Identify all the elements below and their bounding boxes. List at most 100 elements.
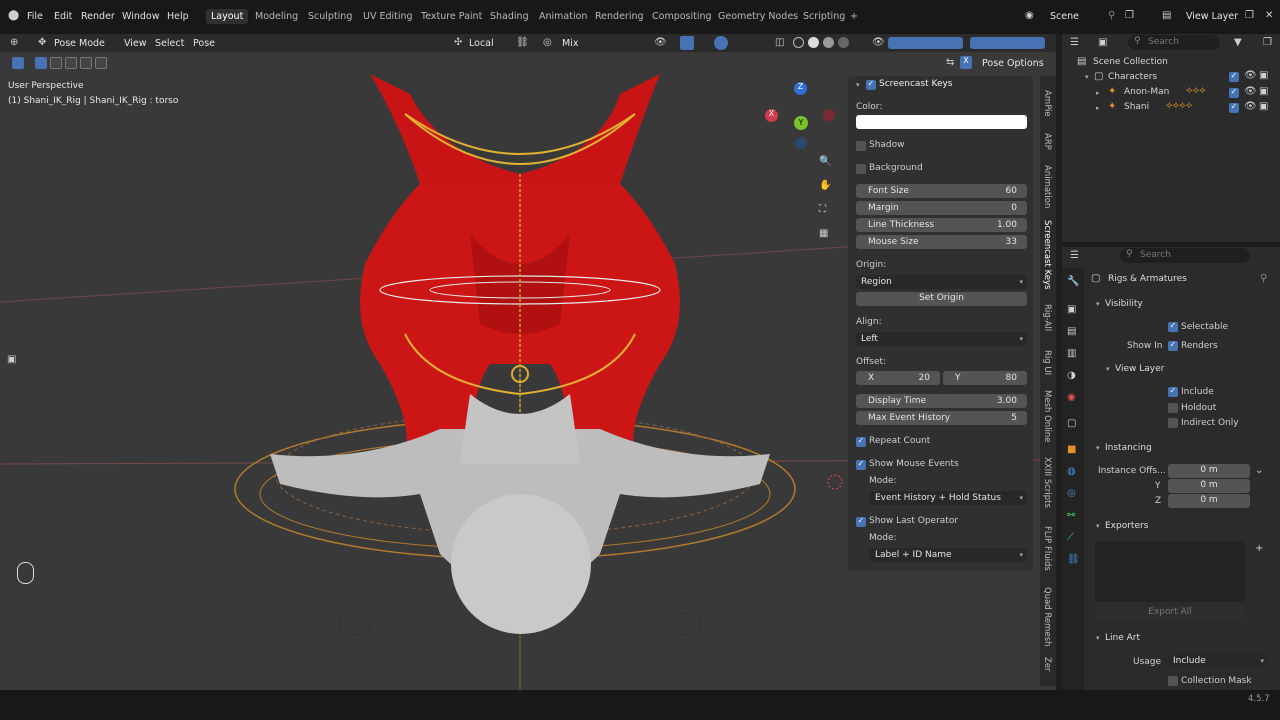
select-box-icon[interactable] (12, 57, 24, 69)
menu-window[interactable]: Window (122, 11, 159, 22)
rendered-shading-icon[interactable] (838, 37, 849, 48)
tab-quad-remesh[interactable]: Quad Remesh (1042, 587, 1052, 646)
offset-x-field[interactable]: X 20 (856, 371, 940, 385)
export-all-button[interactable]: Export All (1095, 606, 1245, 620)
renders-checkbox[interactable] (1168, 340, 1178, 351)
orientation-dropdown[interactable]: Local (469, 38, 494, 49)
tab-rendering[interactable]: Rendering (595, 11, 644, 22)
align-dropdown[interactable]: Left ▾ (856, 332, 1027, 346)
add-exporter-icon[interactable]: + (1255, 543, 1263, 554)
color-swatch[interactable] (856, 115, 1027, 129)
outliner-root[interactable]: Scene Collection (1093, 57, 1168, 67)
view-layer-header[interactable]: View Layer (1115, 364, 1164, 374)
origin-dropdown[interactable]: Region ▾ (856, 275, 1027, 289)
shadow-checkbox[interactable] (856, 141, 866, 151)
modifier-tab-icon[interactable]: ◍ (1067, 466, 1076, 477)
tab-flip-fluids[interactable]: FLIP Fluids (1042, 526, 1052, 571)
menu-pose[interactable]: Pose (193, 38, 215, 49)
instance-offset-y-field[interactable]: 0 m (1168, 479, 1250, 493)
gizmo-toggle-icon[interactable] (680, 36, 694, 50)
tab-animation[interactable]: Animation (539, 11, 587, 22)
select-new-icon[interactable] (35, 57, 47, 69)
toolbar-collapse-icon[interactable]: ▣ (7, 354, 16, 365)
data-tab-icon[interactable]: ⚯ (1067, 510, 1075, 521)
layer-toggles-left[interactable] (888, 37, 963, 49)
tab-compositing[interactable]: Compositing (652, 11, 712, 22)
new-view-layer-icon[interactable]: ❐ (1245, 10, 1254, 21)
tab-scripting[interactable]: Scripting (803, 11, 845, 22)
tab-animation-side[interactable]: Animation (1042, 165, 1052, 208)
mouse-mode-dropdown[interactable]: Event History + Hold Status ▾ (869, 491, 1027, 505)
wireframe-shading-icon[interactable] (793, 37, 804, 48)
gizmo-x-axis[interactable]: X (765, 109, 778, 122)
filter-icon[interactable]: ▼ (1234, 37, 1242, 48)
outliner-item-shani[interactable]: Shani (1124, 102, 1149, 112)
world-tab-icon[interactable]: ◉ (1067, 392, 1076, 403)
camera-visibility-icon[interactable]: 👁 (872, 37, 885, 48)
render-tab-icon[interactable]: ▣ (1067, 304, 1076, 315)
tab-geometry-nodes[interactable]: Geometry Nodes (718, 11, 798, 22)
line-art-collapse-icon[interactable]: ▾ (1096, 634, 1100, 642)
expand-icon[interactable]: ▸ (1096, 89, 1100, 97)
bone-tab-icon[interactable]: ⟋ (1067, 532, 1074, 543)
display-time-field[interactable]: Display Time 3.00 (856, 394, 1027, 408)
indirect-only-checkbox[interactable] (1168, 418, 1178, 428)
visibility-icon[interactable]: 👁 (654, 37, 667, 48)
visibility-header[interactable]: Visibility (1105, 299, 1143, 309)
tab-rig-all[interactable]: Rig-All (1042, 304, 1052, 331)
view-layer-tab-icon[interactable]: ▥ (1067, 348, 1076, 359)
line-thickness-field[interactable]: Line Thickness 1.00 (856, 218, 1027, 232)
solid-shading-icon[interactable] (808, 37, 819, 48)
view-layer-name[interactable]: View Layer (1186, 11, 1238, 22)
tab-zer[interactable]: Zer (1042, 657, 1052, 672)
exporters-collapse-icon[interactable]: ▾ (1096, 522, 1100, 530)
usage-dropdown[interactable]: Include ▾ (1168, 654, 1268, 668)
eye-icon[interactable]: 👁 (1244, 70, 1257, 81)
mode-dropdown[interactable]: Pose Mode (54, 38, 105, 49)
shani-select-checkbox[interactable] (1229, 102, 1239, 113)
properties-editor-icon[interactable]: ☰ (1070, 250, 1079, 261)
editor-type-icon[interactable]: ⊕ (10, 37, 18, 48)
menu-edit[interactable]: Edit (54, 11, 72, 22)
eye-icon[interactable]: 👁 (1244, 86, 1257, 97)
tab-rig-ui[interactable]: Rig UI (1042, 350, 1052, 375)
tab-sculpting[interactable]: Sculpting (308, 11, 352, 22)
gizmo-neg-z[interactable] (795, 137, 807, 149)
include-checkbox[interactable] (1168, 386, 1178, 397)
outliner-editor-icon[interactable]: ☰ (1070, 37, 1079, 48)
xray-icon[interactable]: ◫ (775, 37, 784, 48)
properties-search-input[interactable]: ⚲ Search (1120, 248, 1250, 263)
repeat-count-checkbox[interactable] (856, 436, 866, 447)
menu-view[interactable]: View (124, 38, 147, 49)
scene-name[interactable]: Scene (1050, 11, 1079, 22)
select-intersect-icon[interactable] (95, 57, 107, 69)
holdout-checkbox[interactable] (1168, 403, 1178, 413)
show-last-operator-checkbox[interactable] (856, 516, 866, 527)
zoom-icon[interactable]: 🔍 (819, 156, 831, 167)
chevron-down-icon[interactable]: ⌄ (1255, 465, 1263, 476)
physics-tab-icon[interactable]: ◎ (1067, 488, 1076, 499)
tab-xxiii-scripts[interactable]: XXIII Scripts (1042, 457, 1052, 508)
select-invert-icon[interactable] (80, 57, 92, 69)
pan-hand-icon[interactable]: ✋ (819, 180, 831, 191)
selectable-checkbox[interactable] (1168, 321, 1178, 332)
ortho-toggle-icon[interactable]: ▦ (819, 228, 828, 239)
material-shading-icon[interactable] (823, 37, 834, 48)
instance-offset-x-field[interactable]: 0 m (1168, 464, 1250, 478)
camera-view-icon[interactable]: ⛶ (819, 204, 826, 215)
offset-y-field[interactable]: Y 80 (943, 371, 1027, 385)
display-mode-icon[interactable]: ▣ (1098, 37, 1107, 48)
mouse-size-field[interactable]: Mouse Size 33 (856, 235, 1027, 249)
pivot-dropdown[interactable]: Mix (562, 38, 578, 49)
menu-select[interactable]: Select (155, 38, 184, 49)
object-tab-icon[interactable]: ■ (1067, 444, 1076, 455)
overlay-toggle-icon[interactable] (714, 36, 728, 50)
expand-icon[interactable]: ▾ (1085, 73, 1089, 81)
instancing-collapse-icon[interactable]: ▾ (1096, 444, 1100, 452)
characters-include-checkbox[interactable] (1229, 71, 1239, 82)
menu-file[interactable]: File (27, 11, 43, 22)
new-collection-icon[interactable]: ❐ (1263, 37, 1272, 48)
pose-options-dropdown[interactable]: Pose Options (982, 58, 1044, 69)
constraint-tab-icon[interactable]: ⛓ (1067, 554, 1080, 565)
set-origin-button[interactable]: Set Origin (856, 292, 1027, 306)
